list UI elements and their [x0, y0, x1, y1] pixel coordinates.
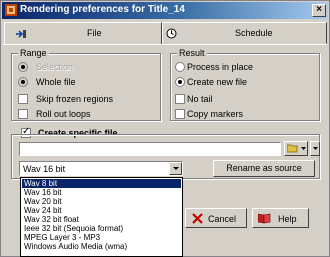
dropdown-item-wav8[interactable]: Wav 8 bit: [22, 179, 181, 188]
dropdown-item-wma[interactable]: Windows Audio Media (wma): [22, 242, 181, 251]
browse-dropdown-button[interactable]: [310, 141, 320, 156]
dropdown-item-wav32-float[interactable]: Wav 32 bit float: [22, 215, 181, 224]
tab-divider: [3, 44, 327, 45]
process-in-place-radio[interactable]: [175, 62, 185, 72]
cancel-button[interactable]: Cancel: [185, 208, 247, 228]
rename-as-source-button[interactable]: Rename as source: [213, 160, 315, 177]
no-tail-checkbox[interactable]: [175, 94, 185, 104]
skip-frozen-regions-checkbox[interactable]: [18, 94, 28, 104]
app-icon: [5, 4, 17, 16]
selection-label: Selection: [36, 62, 74, 72]
range-group-title: Range: [18, 48, 49, 58]
dropdown-item-ieee32[interactable]: Ieee 32 bit (Sequoia format): [22, 224, 181, 233]
copy-markers-checkbox[interactable]: [175, 109, 185, 119]
folder-icon: [287, 144, 298, 153]
result-group-title: Result: [177, 48, 207, 58]
create-new-file-label: Create new file: [187, 77, 248, 87]
whole-file-label: Whole file: [36, 77, 76, 87]
cancel-icon: [192, 213, 203, 224]
help-button[interactable]: Help: [252, 208, 309, 228]
close-button[interactable]: ×: [312, 4, 326, 17]
chevron-down-icon: [301, 147, 306, 150]
format-select[interactable]: Wav 16 bit: [19, 161, 183, 176]
title-bar[interactable]: Rendering preferences for Title_14 ×: [2, 2, 328, 19]
dropdown-item-wav16[interactable]: Wav 16 bit: [22, 188, 181, 197]
copy-markers-label: Copy markers: [187, 109, 244, 119]
file-path-input[interactable]: [19, 142, 281, 156]
format-dropdown-list: Wav 8 bit Wav 16 bit Wav 20 bit Wav 24 b…: [20, 177, 183, 257]
help-book-icon: [258, 213, 271, 224]
process-in-place-label: Process in place: [187, 62, 254, 72]
dropdown-item-mp3[interactable]: MPEG Layer 3 - MP3: [22, 233, 181, 242]
tab-file[interactable]: File: [4, 22, 162, 44]
roll-out-loops-checkbox[interactable]: [18, 109, 28, 119]
cancel-label: Cancel: [208, 214, 237, 224]
help-label: Help: [278, 214, 297, 224]
chevron-down-icon: [173, 167, 179, 170]
format-select-value: Wav 16 bit: [23, 164, 66, 174]
clock-icon: [166, 28, 177, 39]
browse-folder-button[interactable]: [284, 141, 308, 156]
format-select-arrow[interactable]: [169, 162, 182, 175]
skip-frozen-regions-label: Skip frozen regions: [36, 94, 114, 104]
tab-schedule-label: Schedule: [235, 28, 273, 38]
file-output-icon: [16, 30, 26, 38]
whole-file-radio[interactable]: [18, 77, 28, 87]
window-title: Rendering preferences for Title_14: [20, 4, 185, 15]
render-preferences-dialog: Rendering preferences for Title_14 × Fil…: [0, 0, 330, 257]
create-new-file-radio[interactable]: [175, 77, 185, 87]
tab-schedule[interactable]: Schedule: [162, 22, 327, 44]
no-tail-label: No tail: [187, 94, 213, 104]
selection-radio[interactable]: [18, 62, 28, 72]
tab-file-label: File: [87, 28, 102, 38]
roll-out-loops-label: Roll out loops: [36, 109, 91, 119]
dropdown-item-wav24[interactable]: Wav 24 bit: [22, 206, 181, 215]
dropdown-item-wav20[interactable]: Wav 20 bit: [22, 197, 181, 206]
chevron-down-icon: [313, 147, 318, 150]
